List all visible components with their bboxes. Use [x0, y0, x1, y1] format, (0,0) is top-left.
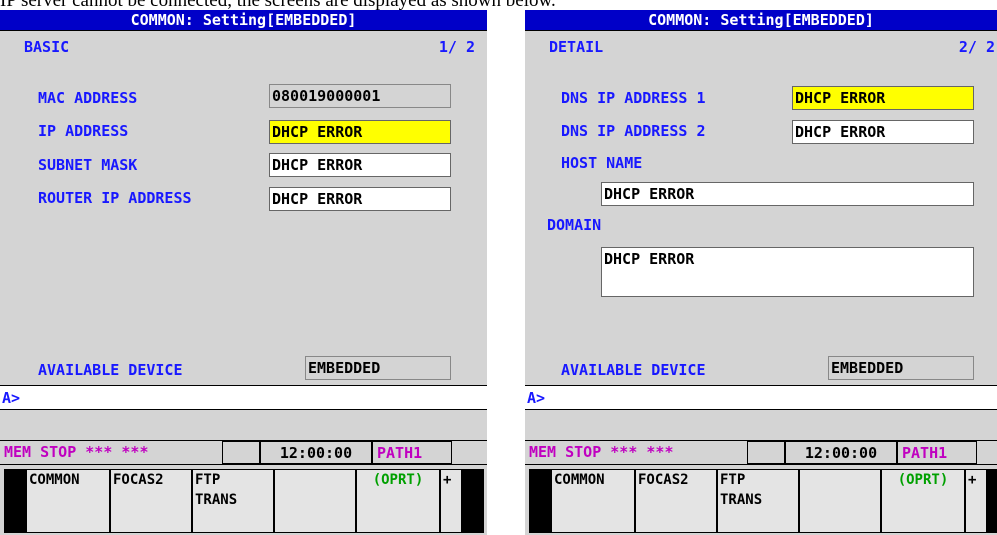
domain-label: DOMAIN — [547, 216, 602, 234]
domain-field[interactable]: DHCP ERROR — [601, 247, 974, 297]
page-number: 2/ 2 — [958, 38, 995, 56]
softkey-focas2[interactable]: FOCAS2 — [635, 469, 717, 533]
softkey-bar: COMMON FOCAS2 FTP TRANS (OPRT) + — [0, 464, 487, 535]
command-line[interactable]: A> — [0, 387, 487, 410]
status-bar: MEM STOP *** *** 12:00:00 PATH1 — [525, 440, 997, 464]
status-mode: MEM STOP *** *** — [4, 443, 149, 461]
softkey-ftp-trans[interactable]: FTP TRANS — [192, 469, 274, 533]
status-path: PATH1 — [897, 441, 977, 464]
settings-panel: DETAIL 2/ 2 DNS IP ADDRESS 1 DHCP ERROR … — [525, 30, 997, 386]
softkey-left-edge[interactable] — [4, 469, 26, 533]
softkey-oprt[interactable]: (OPRT) — [356, 469, 440, 533]
command-line[interactable]: A> — [525, 387, 997, 410]
softkey-next[interactable]: + — [440, 469, 462, 533]
softkey-blank[interactable] — [274, 469, 356, 533]
softkey-oprt[interactable]: (OPRT) — [881, 469, 965, 533]
subnet-mask-field[interactable]: DHCP ERROR — [269, 153, 451, 177]
host-name-label: HOST NAME — [561, 154, 643, 172]
softkey-common[interactable]: COMMON — [26, 469, 110, 533]
status-path: PATH1 — [372, 441, 452, 464]
softkey-left-edge[interactable] — [529, 469, 551, 533]
softkey-right-edge[interactable] — [987, 469, 997, 533]
ip-address-label: IP ADDRESS — [38, 122, 129, 140]
softkey-next[interactable]: + — [965, 469, 987, 533]
dns-ip-1-field[interactable]: DHCP ERROR — [792, 86, 974, 110]
subnet-mask-label: SUBNET MASK — [38, 156, 138, 174]
softkey-focas2[interactable]: FOCAS2 — [110, 469, 192, 533]
status-time: 12:00:00 — [260, 441, 372, 464]
status-empty-box — [222, 441, 260, 464]
available-device-label: AVAILABLE DEVICE — [38, 361, 183, 379]
softkey-ftp-trans[interactable]: FTP TRANS — [717, 469, 799, 533]
settings-panel: BASIC 1/ 2 MAC ADDRESS 080019000001 IP A… — [0, 30, 487, 386]
dns-ip-1-label: DNS IP ADDRESS 1 — [561, 89, 706, 107]
mac-address-label: MAC ADDRESS — [38, 89, 138, 107]
caption-text: IP server cannot be connected, the scree… — [0, 0, 997, 10]
status-empty-box — [747, 441, 785, 464]
message-area — [525, 410, 997, 440]
softkey-right-edge[interactable] — [462, 469, 484, 533]
status-bar: MEM STOP *** *** 12:00:00 PATH1 — [0, 440, 487, 464]
mac-address-field: 080019000001 — [269, 84, 451, 108]
screen-title: COMMON: Setting[EMBEDDED] — [0, 10, 487, 30]
softkey-bar: COMMON FOCAS2 FTP TRANS (OPRT) + — [525, 464, 997, 535]
status-mode: MEM STOP *** *** — [529, 443, 674, 461]
ip-address-field[interactable]: DHCP ERROR — [269, 120, 451, 144]
section-name: DETAIL — [549, 38, 604, 56]
screen-basic: COMMON: Setting[EMBEDDED] BASIC 1/ 2 MAC… — [0, 10, 487, 535]
status-time: 12:00:00 — [785, 441, 897, 464]
dns-ip-2-field[interactable]: DHCP ERROR — [792, 120, 974, 144]
section-name: BASIC — [24, 38, 70, 56]
available-device-label: AVAILABLE DEVICE — [561, 361, 706, 379]
dns-ip-2-label: DNS IP ADDRESS 2 — [561, 122, 706, 140]
page-number: 1/ 2 — [438, 38, 475, 56]
router-ip-label: ROUTER IP ADDRESS — [38, 189, 192, 207]
router-ip-field[interactable]: DHCP ERROR — [269, 187, 451, 211]
softkey-common[interactable]: COMMON — [551, 469, 635, 533]
screen-title: COMMON: Setting[EMBEDDED] — [525, 10, 997, 30]
available-device-field: EMBEDDED — [305, 356, 451, 380]
softkey-blank[interactable] — [799, 469, 881, 533]
screen-detail: COMMON: Setting[EMBEDDED] DETAIL 2/ 2 DN… — [525, 10, 997, 535]
host-name-field[interactable]: DHCP ERROR — [601, 182, 974, 206]
available-device-field: EMBEDDED — [828, 356, 974, 380]
message-area — [0, 410, 487, 440]
